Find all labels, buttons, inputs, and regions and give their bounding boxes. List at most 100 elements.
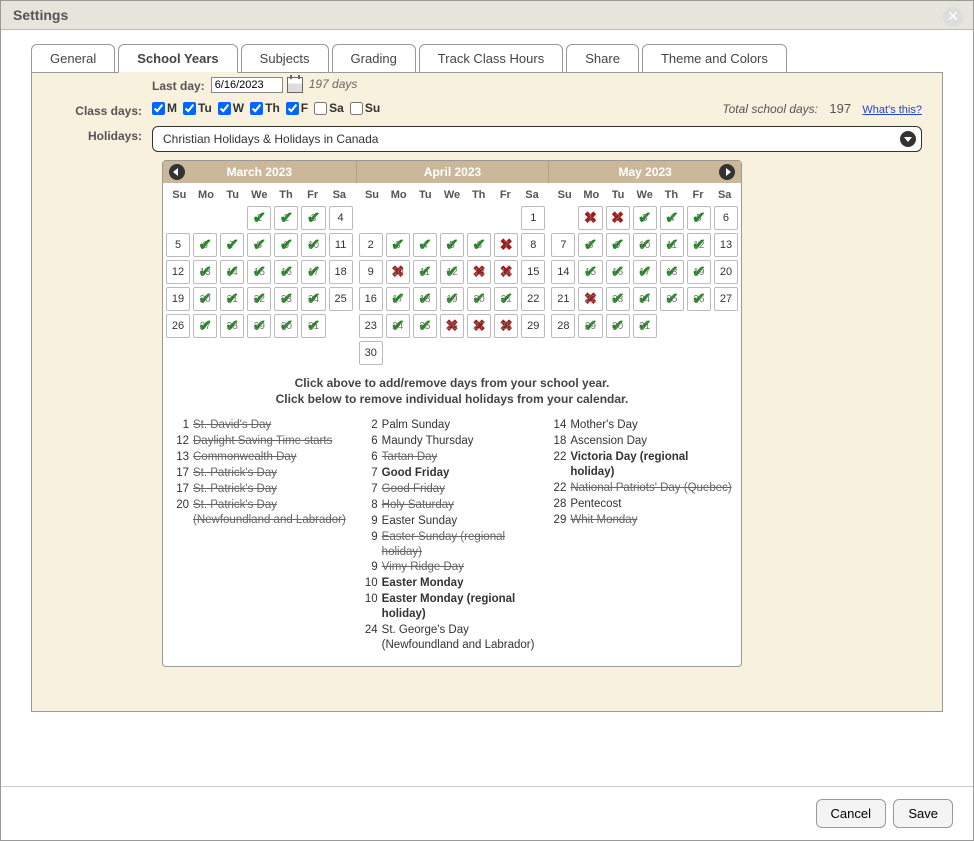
day-cell-6[interactable]: ✔6: [467, 233, 491, 257]
day-cell-15[interactable]: ✔15: [247, 260, 271, 284]
day-cell-3[interactable]: ✔3: [301, 206, 325, 230]
day-cell-24[interactable]: ✔24: [633, 287, 657, 311]
holiday-item[interactable]: 8Holy Saturday: [360, 498, 545, 513]
day-cell-2[interactable]: 2: [359, 233, 383, 257]
day-cell-22[interactable]: ✖22: [578, 287, 602, 311]
holiday-item[interactable]: 7Good Friday: [360, 482, 545, 497]
day-cell-9[interactable]: ✔9: [606, 233, 630, 257]
holiday-item[interactable]: 17St. Patrick's Day: [171, 482, 356, 497]
day-cell-17[interactable]: ✔17: [386, 287, 410, 311]
day-cell-1[interactable]: ✖1: [578, 206, 602, 230]
day-cell-18[interactable]: ✔18: [413, 287, 437, 311]
day-cell-5[interactable]: ✔5: [440, 233, 464, 257]
day-cell-12[interactable]: 12: [166, 260, 190, 284]
day-cell-21[interactable]: ✔21: [494, 287, 518, 311]
day-cell-4[interactable]: ✔4: [660, 206, 684, 230]
day-cell-9[interactable]: 9: [359, 260, 383, 284]
tab-track-class-hours[interactable]: Track Class Hours: [419, 44, 563, 73]
day-cell-25[interactable]: ✔25: [660, 287, 684, 311]
tab-school-years[interactable]: School Years: [118, 44, 237, 73]
day-cell-31[interactable]: ✔31: [301, 314, 325, 338]
day-check-w[interactable]: W: [218, 101, 244, 115]
day-cell-30[interactable]: ✔30: [274, 314, 298, 338]
tab-subjects[interactable]: Subjects: [241, 44, 329, 73]
day-cell-1[interactable]: ✔1: [247, 206, 271, 230]
day-checkbox-su[interactable]: [350, 102, 363, 115]
day-cell-23[interactable]: ✔23: [274, 287, 298, 311]
holiday-item[interactable]: 2Palm Sunday: [360, 418, 545, 433]
day-cell-18[interactable]: 18: [329, 260, 353, 284]
day-cell-18[interactable]: ✔18: [660, 260, 684, 284]
day-cell-4[interactable]: ✔4: [413, 233, 437, 257]
day-checkbox-tu[interactable]: [183, 102, 196, 115]
day-checkbox-th[interactable]: [250, 102, 263, 115]
day-cell-30[interactable]: ✔30: [606, 314, 630, 338]
day-cell-10[interactable]: ✖10: [386, 260, 410, 284]
day-cell-16[interactable]: ✔16: [274, 260, 298, 284]
last-day-input[interactable]: [211, 77, 283, 93]
close-icon[interactable]: ✕: [943, 7, 963, 27]
next-month-icon[interactable]: [719, 164, 735, 180]
day-cell-11[interactable]: ✔11: [413, 260, 437, 284]
day-cell-14[interactable]: ✔14: [220, 260, 244, 284]
holiday-item[interactable]: 7Good Friday: [360, 466, 545, 481]
day-cell-3[interactable]: ✔3: [633, 206, 657, 230]
holiday-item[interactable]: 17St. Patrick's Day: [171, 466, 356, 481]
holiday-item[interactable]: 14Mother's Day: [548, 418, 733, 433]
day-cell-14[interactable]: ✖14: [494, 260, 518, 284]
day-cell-17[interactable]: ✔17: [301, 260, 325, 284]
day-cell-11[interactable]: 11: [329, 233, 353, 257]
day-check-f[interactable]: F: [286, 101, 308, 115]
day-cell-31[interactable]: ✔31: [633, 314, 657, 338]
whats-this-link[interactable]: What's this?: [862, 104, 922, 116]
day-cell-2[interactable]: ✖2: [606, 206, 630, 230]
day-check-sa[interactable]: Sa: [314, 101, 344, 115]
tab-grading[interactable]: Grading: [332, 44, 416, 73]
day-cell-22[interactable]: ✔22: [247, 287, 271, 311]
holiday-item[interactable]: 10Easter Monday (regional holiday): [360, 592, 545, 622]
day-cell-4[interactable]: 4: [329, 206, 353, 230]
day-cell-5[interactable]: ✔5: [687, 206, 711, 230]
day-cell-16[interactable]: ✔16: [606, 260, 630, 284]
day-cell-29[interactable]: ✔29: [578, 314, 602, 338]
day-cell-15[interactable]: ✔15: [578, 260, 602, 284]
day-cell-25[interactable]: ✔25: [413, 314, 437, 338]
day-cell-14[interactable]: 14: [551, 260, 575, 284]
tab-theme-and-colors[interactable]: Theme and Colors: [642, 44, 787, 73]
day-cell-15[interactable]: 15: [521, 260, 545, 284]
holiday-item[interactable]: 28Pentecost: [548, 497, 733, 512]
cancel-button[interactable]: Cancel: [816, 799, 886, 828]
holiday-item[interactable]: 24St. George's Day (Newfoundland and Lab…: [360, 623, 545, 653]
day-cell-11[interactable]: ✔11: [660, 233, 684, 257]
calendar-icon[interactable]: [287, 77, 303, 93]
day-cell-19[interactable]: 19: [166, 287, 190, 311]
day-cell-12[interactable]: ✔12: [440, 260, 464, 284]
day-cell-29[interactable]: ✔29: [247, 314, 271, 338]
day-cell-19[interactable]: ✔19: [440, 287, 464, 311]
day-cell-26[interactable]: 26: [166, 314, 190, 338]
holiday-item[interactable]: 29Whit Monday: [548, 513, 733, 528]
day-cell-26[interactable]: ✔26: [687, 287, 711, 311]
holiday-item[interactable]: 6Tartan Day: [360, 450, 545, 465]
day-check-su[interactable]: Su: [350, 101, 380, 115]
day-cell-22[interactable]: 22: [521, 287, 545, 311]
day-cell-21[interactable]: ✔21: [220, 287, 244, 311]
day-checkbox-w[interactable]: [218, 102, 231, 115]
day-cell-27[interactable]: ✖27: [467, 314, 491, 338]
holiday-item[interactable]: 9Vimy Ridge Day: [360, 560, 545, 575]
day-cell-6[interactable]: 6: [714, 206, 738, 230]
day-checkbox-sa[interactable]: [314, 102, 327, 115]
day-cell-23[interactable]: ✔23: [606, 287, 630, 311]
day-cell-24[interactable]: ✔24: [386, 314, 410, 338]
holiday-item[interactable]: 9Easter Sunday: [360, 514, 545, 529]
day-cell-28[interactable]: ✔28: [220, 314, 244, 338]
holiday-item[interactable]: 10Easter Monday: [360, 576, 545, 591]
day-cell-9[interactable]: ✔9: [274, 233, 298, 257]
holiday-item[interactable]: 6Maundy Thursday: [360, 434, 545, 449]
day-cell-28[interactable]: ✖28: [494, 314, 518, 338]
day-cell-7[interactable]: ✔7: [220, 233, 244, 257]
prev-month-icon[interactable]: [169, 164, 185, 180]
holiday-item[interactable]: 1St. David's Day: [171, 418, 356, 433]
holiday-item[interactable]: 22National Patriots' Day (Quebec): [548, 481, 733, 496]
day-cell-5[interactable]: 5: [166, 233, 190, 257]
